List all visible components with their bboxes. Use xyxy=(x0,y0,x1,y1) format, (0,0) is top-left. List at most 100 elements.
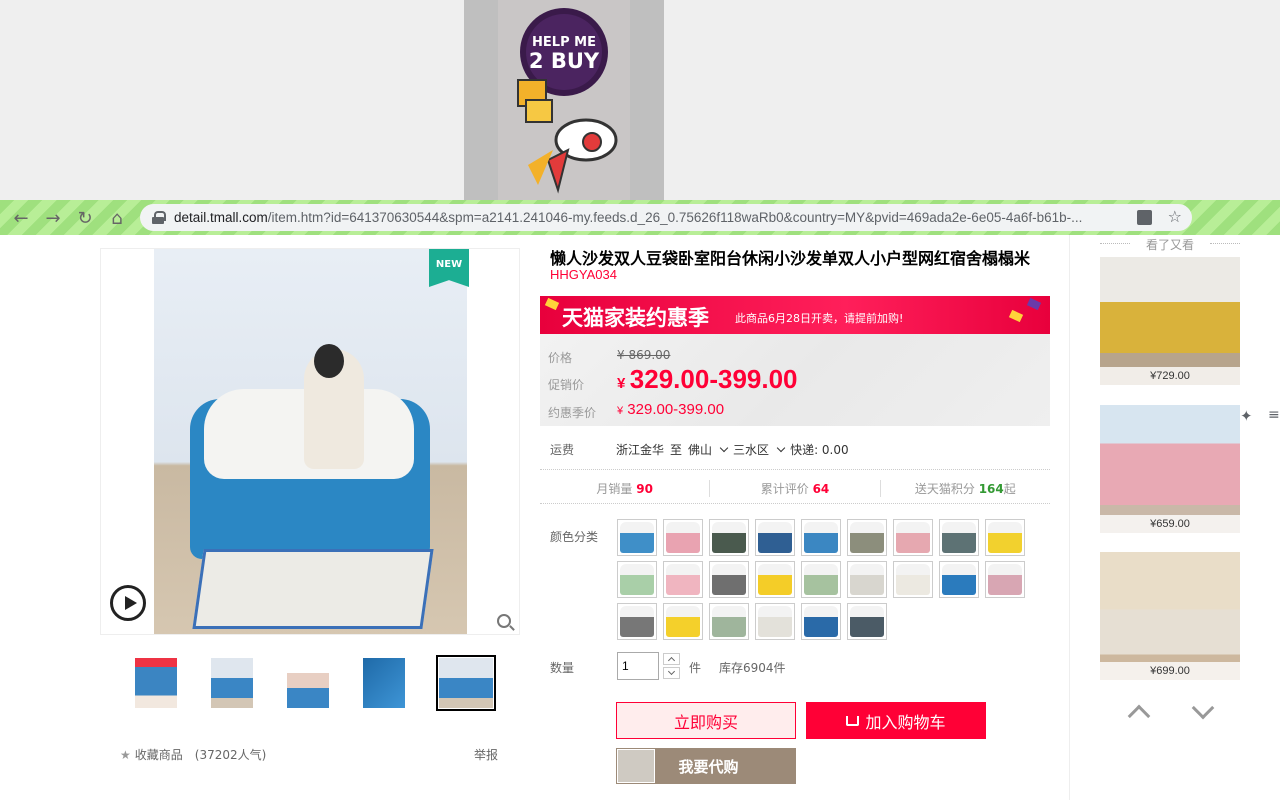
monthly-sales: 月销量 90 xyxy=(540,480,711,497)
thumbnail-2[interactable] xyxy=(208,655,256,711)
rail-down-arrow-icon[interactable] xyxy=(1191,696,1215,720)
favorite-count: (37202人气) xyxy=(194,748,267,762)
thumbnail-4[interactable] xyxy=(360,655,408,711)
proxy-buy-button[interactable]: 我要代购 xyxy=(616,748,796,784)
color-swatch[interactable] xyxy=(663,519,703,556)
product-photo xyxy=(154,249,467,634)
color-swatch[interactable] xyxy=(939,519,979,556)
color-swatch-image xyxy=(942,564,976,595)
color-swatch[interactable] xyxy=(893,519,933,556)
main-product-image[interactable]: NEW xyxy=(100,248,520,635)
url-domain: detail.tmall.com xyxy=(174,210,268,225)
report-link[interactable]: 举报 xyxy=(474,746,498,763)
reviews-value: 64 xyxy=(812,482,830,496)
translate-icon[interactable] xyxy=(1137,210,1152,225)
divider xyxy=(540,503,1050,504)
color-swatch[interactable] xyxy=(617,603,657,640)
color-swatch-image xyxy=(804,564,838,595)
forward-icon[interactable]: → xyxy=(40,205,66,231)
quantity-increase-icon[interactable] xyxy=(663,653,680,665)
menu-icon[interactable]: ≡ xyxy=(1268,407,1280,423)
shipping-to-word: 至 xyxy=(670,443,683,457)
color-swatch[interactable] xyxy=(801,561,841,598)
recommended-item-2[interactable]: ¥659.00 xyxy=(1100,405,1240,533)
quantity-input[interactable] xyxy=(617,652,659,680)
logo-text-line1: HELP ME xyxy=(532,35,596,50)
stock-count: 库存6904件 xyxy=(719,661,786,675)
color-swatch[interactable] xyxy=(755,603,795,640)
list-price-label: 价格 xyxy=(548,351,573,365)
color-swatch[interactable] xyxy=(985,519,1025,556)
color-swatch-image xyxy=(666,606,700,637)
reload-icon[interactable]: ↻ xyxy=(72,205,98,231)
product-sku: HHGYA034 xyxy=(550,267,617,282)
color-swatch[interactable] xyxy=(939,561,979,598)
promo-title: 天猫家装约惠季 xyxy=(562,306,709,330)
recommended-item-price: ¥699.00 xyxy=(1100,662,1240,680)
promo-note: 此商品6月28日开卖，请提前加购! xyxy=(735,312,904,325)
color-swatch[interactable] xyxy=(709,603,749,640)
season-price-value: 329.00-399.00 xyxy=(627,401,725,418)
recommended-item-price: ¥659.00 xyxy=(1100,515,1240,533)
top-banner: HELP ME 2 BUY xyxy=(0,0,1280,200)
home-icon[interactable]: ⌂ xyxy=(104,205,130,231)
thumbnail-1[interactable] xyxy=(132,655,180,711)
zoom-icon[interactable] xyxy=(497,614,511,628)
color-swatch[interactable] xyxy=(893,561,933,598)
add-to-cart-label: 加入购物车 xyxy=(865,712,946,732)
shipping-city-select[interactable]: 佛山 xyxy=(688,441,729,458)
color-swatch[interactable] xyxy=(709,561,749,598)
thumbnail-strip xyxy=(132,655,524,711)
product-title: 懒人沙发双人豆袋卧室阳台休闲小沙发单双人小户型网红宿舍榻榻米 xyxy=(550,249,1031,268)
season-price-label: 约惠季价 xyxy=(548,406,597,420)
shipping-from: 浙江金华 xyxy=(616,443,665,457)
add-to-cart-button[interactable]: 加入购物车 xyxy=(806,702,986,739)
browser-toolbar: ← → ↻ ⌂ detail.tmall.com/item.htm?id=641… xyxy=(0,200,1280,425)
extensions-puzzle-icon[interactable]: ✦ xyxy=(1240,407,1256,425)
chevron-down-icon xyxy=(776,443,786,453)
color-swatch[interactable] xyxy=(847,561,887,598)
favorite-link[interactable]: ★ 收藏商品 (37202人气) xyxy=(120,746,266,763)
color-swatch-image xyxy=(758,522,792,553)
thumbnail-5[interactable] xyxy=(436,655,496,711)
points-suffix: 起 xyxy=(1003,482,1016,496)
rail-divider xyxy=(1069,235,1070,800)
color-swatch[interactable] xyxy=(847,519,887,556)
quantity-label: 数量 xyxy=(550,661,575,675)
promo-decoration xyxy=(1026,297,1042,311)
color-swatch-image xyxy=(712,564,746,595)
quantity-decrease-icon[interactable] xyxy=(663,667,680,679)
shipping-label: 运费 xyxy=(550,443,575,457)
recommended-item-3[interactable]: ¥699.00 xyxy=(1100,552,1240,680)
color-swatch-image xyxy=(850,522,884,553)
buy-now-button[interactable]: 立即购买 xyxy=(616,702,796,739)
color-swatch[interactable] xyxy=(617,519,657,556)
color-swatch-image xyxy=(896,564,930,595)
back-icon[interactable]: ← xyxy=(8,205,34,231)
color-swatch-image xyxy=(758,606,792,637)
points-label: 送天猫积分 xyxy=(914,482,975,496)
color-swatch[interactable] xyxy=(801,519,841,556)
color-swatch[interactable] xyxy=(801,603,841,640)
color-swatch-image xyxy=(804,522,838,553)
color-swatch[interactable] xyxy=(985,561,1025,598)
photo-rug xyxy=(192,549,434,629)
color-swatch[interactable] xyxy=(755,561,795,598)
address-bar[interactable]: detail.tmall.com/item.htm?id=64137063054… xyxy=(140,204,1192,231)
thumbnail-3[interactable] xyxy=(284,655,332,711)
bookmark-star-icon[interactable]: ☆ xyxy=(1168,207,1182,226)
color-swatch[interactable] xyxy=(663,603,703,640)
shipping-district-select[interactable]: 三水区 xyxy=(733,441,786,458)
color-swatch[interactable] xyxy=(617,561,657,598)
video-play-icon[interactable] xyxy=(110,585,146,621)
total-reviews[interactable]: 累计评价 64 xyxy=(710,480,881,497)
color-swatch[interactable] xyxy=(755,519,795,556)
color-swatch[interactable] xyxy=(847,603,887,640)
color-swatch[interactable] xyxy=(709,519,749,556)
color-swatch-image xyxy=(712,522,746,553)
url-text[interactable]: detail.tmall.com/item.htm?id=64137063054… xyxy=(174,210,1124,225)
monthly-sales-value: 90 xyxy=(636,482,653,496)
color-swatch[interactable] xyxy=(663,561,703,598)
recommended-item-1[interactable]: ¥729.00 xyxy=(1100,257,1240,385)
rail-up-arrow-icon[interactable] xyxy=(1127,704,1151,728)
